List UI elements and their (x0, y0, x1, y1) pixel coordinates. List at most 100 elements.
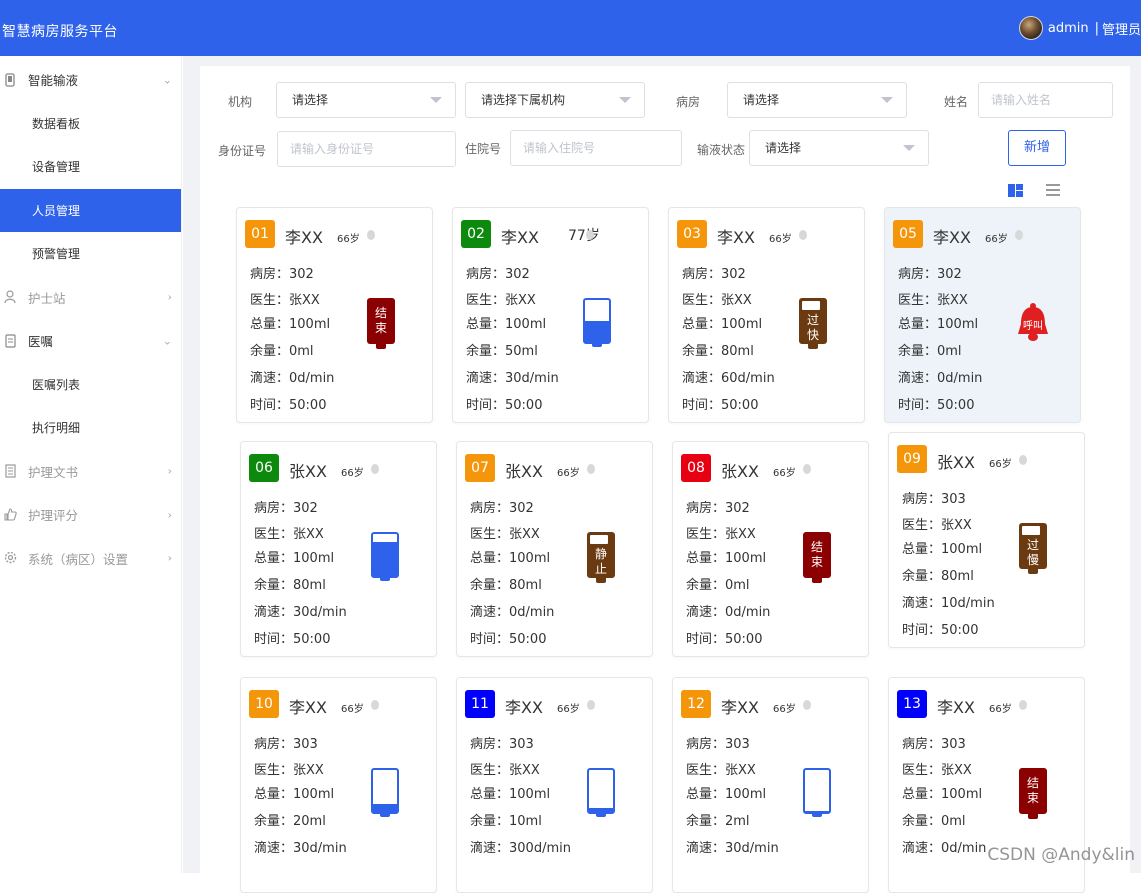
sidebar-item-execution[interactable]: 执行明细 (0, 406, 181, 450)
ward-text: 病房：302 (254, 497, 318, 516)
total-volume-text: 总量：100ml (254, 547, 334, 566)
order-icon (4, 334, 16, 348)
ward-text: 病房：303 (686, 733, 750, 752)
patient-card[interactable]: 10李XX66岁病房：303医生：张XX总量：100ml余量：20ml滴速：30… (240, 677, 437, 893)
sidebar-item-devices[interactable]: 设备管理 (0, 145, 181, 189)
gender-icon (803, 464, 811, 474)
ward-text: 病房：302 (466, 263, 530, 282)
gender-icon (587, 464, 595, 474)
hosp-label: 住院号 (465, 140, 501, 157)
gender-icon (586, 230, 594, 240)
remaining-volume-text: 余量：0ml (902, 810, 966, 829)
status-text: 结束 (803, 540, 831, 570)
sidebar-item-label: 医嘱 (28, 331, 53, 350)
header-separator: | (1095, 21, 1099, 36)
bed-number-badge: 12 (681, 690, 711, 718)
sidebar-item-nursing-docs[interactable]: 护理文书 › (0, 450, 181, 494)
sidebar-item-alerts[interactable]: 预警管理 (0, 232, 181, 276)
user-menu[interactable]: admin | 管理员 (1019, 16, 1141, 40)
drip-rate-text: 滴速：0d/min (898, 367, 982, 386)
grid-view-icon[interactable] (1008, 184, 1023, 197)
status-select[interactable]: 请选择 (749, 130, 929, 166)
remaining-volume-text: 余量：80ml (254, 574, 326, 593)
gender-icon (371, 464, 379, 474)
sidebar-item-system-settings[interactable]: 系统（病区）设置 › (0, 537, 181, 581)
total-volume-text: 总量：100ml (470, 783, 550, 802)
doctor-text: 医生：张XX (470, 523, 540, 542)
remaining-volume-text: 余量：80ml (682, 340, 754, 359)
avatar[interactable] (1019, 16, 1043, 40)
sub-org-select-value: 请选择下属机构 (481, 93, 565, 107)
total-volume-text: 总量：100ml (898, 313, 978, 332)
ward-text: 病房：302 (682, 263, 746, 282)
sidebar-item-orders[interactable]: 医嘱 ⌄ (0, 319, 181, 363)
drip-rate-text: 滴速：300d/min (470, 837, 571, 856)
patient-name: 李XX (717, 224, 755, 248)
total-volume-text: 总量：100ml (250, 313, 330, 332)
call-bell-icon[interactable]: 呼叫 (1013, 302, 1053, 342)
sub-org-select[interactable]: 请选择下属机构 (465, 82, 645, 118)
doctor-text: 医生：张XX (902, 759, 972, 778)
bed-number-badge: 10 (249, 690, 279, 718)
patient-age: 66岁 (985, 230, 1008, 245)
patient-card[interactable]: 06张XX66岁病房：302医生：张XX总量：100ml余量：80ml滴速：30… (240, 441, 437, 657)
patient-age: 66岁 (989, 700, 1012, 715)
org-select[interactable]: 请选择 (276, 82, 456, 118)
sidebar-item-personnel[interactable]: 人员管理 (0, 189, 181, 233)
patient-card[interactable]: 02李XX77岁病房：302医生：张XX总量：100ml余量：50ml滴速：30… (452, 207, 649, 423)
infusion-ended-icon: 结束 (803, 532, 831, 582)
total-volume-text: 总量：100ml (470, 547, 550, 566)
patient-card[interactable]: 05李XX66岁病房：302医生：张XX总量：100ml余量：0ml滴速：0d/… (884, 207, 1081, 423)
total-volume-text: 总量：100ml (902, 538, 982, 557)
remaining-volume-text: 余量：20ml (254, 810, 326, 829)
infusion-warning-icon: 静止 (587, 532, 615, 582)
infusion-bag-icon (587, 768, 615, 818)
doctor-text: 医生：张XX (686, 759, 756, 778)
patient-name: 张XX (721, 458, 759, 482)
list-view-icon[interactable] (1046, 184, 1060, 196)
infusion-bag-icon (371, 768, 399, 818)
sidebar-item-infusion[interactable]: 智能输液 ⌄ (0, 58, 181, 102)
sidebar-item-dashboard[interactable]: 数据看板 (0, 102, 181, 146)
status-text: 静止 (587, 547, 615, 577)
sidebar: 智能输液 ⌄ 数据看板 设备管理 人员管理 预警管理 护士站 › 医嘱 ⌄ 医嘱… (0, 56, 182, 873)
id-input[interactable]: 请输入身份证号 (277, 131, 456, 167)
sidebar-item-nursing-score[interactable]: 护理评分 › (0, 493, 181, 537)
total-volume-text: 总量：100ml (686, 547, 766, 566)
bed-number-badge: 03 (677, 220, 707, 248)
ward-label: 病房 (676, 93, 700, 110)
nurse-icon (4, 290, 16, 304)
patient-card[interactable]: 08张XX66岁病房：302医生：张XX总量：100ml余量：0ml滴速：0d/… (672, 441, 869, 657)
chevron-right-icon: › (168, 508, 172, 521)
time-text: 时间：50:00 (682, 394, 758, 413)
drip-rate-text: 滴速：0d/min (470, 601, 554, 620)
sidebar-item-label: 数据看板 (32, 115, 80, 132)
gender-icon (1019, 700, 1027, 710)
patient-card[interactable]: 07张XX66岁病房：302医生：张XX总量：100ml余量：80ml滴速：0d… (456, 441, 653, 657)
bed-number-badge: 06 (249, 454, 279, 482)
sidebar-item-label: 护士站 (28, 288, 66, 307)
sidebar-item-order-list[interactable]: 医嘱列表 (0, 363, 181, 407)
patient-card[interactable]: 09张XX66岁病房：303医生：张XX总量：100ml余量：80ml滴速：10… (888, 432, 1085, 648)
infusion-warning-icon: 过快 (799, 298, 827, 348)
patient-card[interactable]: 01李XX66岁病房：302医生：张XX总量：100ml余量：0ml滴速：0d/… (236, 207, 433, 423)
patient-age: 66岁 (773, 700, 796, 715)
remaining-volume-text: 余量：0ml (898, 340, 962, 359)
ward-select[interactable]: 请选择 (727, 82, 907, 118)
time-text: 时间：50:00 (470, 628, 546, 647)
patient-name: 张XX (937, 449, 975, 473)
chevron-right-icon: › (168, 465, 172, 478)
add-button[interactable]: 新增 (1008, 130, 1066, 166)
total-volume-text: 总量：100ml (466, 313, 546, 332)
ward-text: 病房：302 (898, 263, 962, 282)
patient-name: 李XX (285, 224, 323, 248)
user-role[interactable]: 管理员 (1102, 19, 1141, 38)
hosp-input[interactable]: 请输入住院号 (510, 130, 682, 166)
username[interactable]: admin (1048, 21, 1089, 36)
name-input[interactable]: 请输入姓名 (978, 82, 1113, 118)
drip-rate-text: 滴速：0d/min (902, 837, 986, 856)
patient-card[interactable]: 11李XX66岁病房：303医生：张XX总量：100ml余量：10ml滴速：30… (456, 677, 653, 893)
patient-card[interactable]: 12李XX66岁病房：303医生：张XX总量：100ml余量：2ml滴速：30d… (672, 677, 869, 893)
sidebar-item-nurse-station[interactable]: 护士站 › (0, 276, 181, 320)
patient-card[interactable]: 03李XX66岁病房：302医生：张XX总量：100ml余量：80ml滴速：60… (668, 207, 865, 423)
